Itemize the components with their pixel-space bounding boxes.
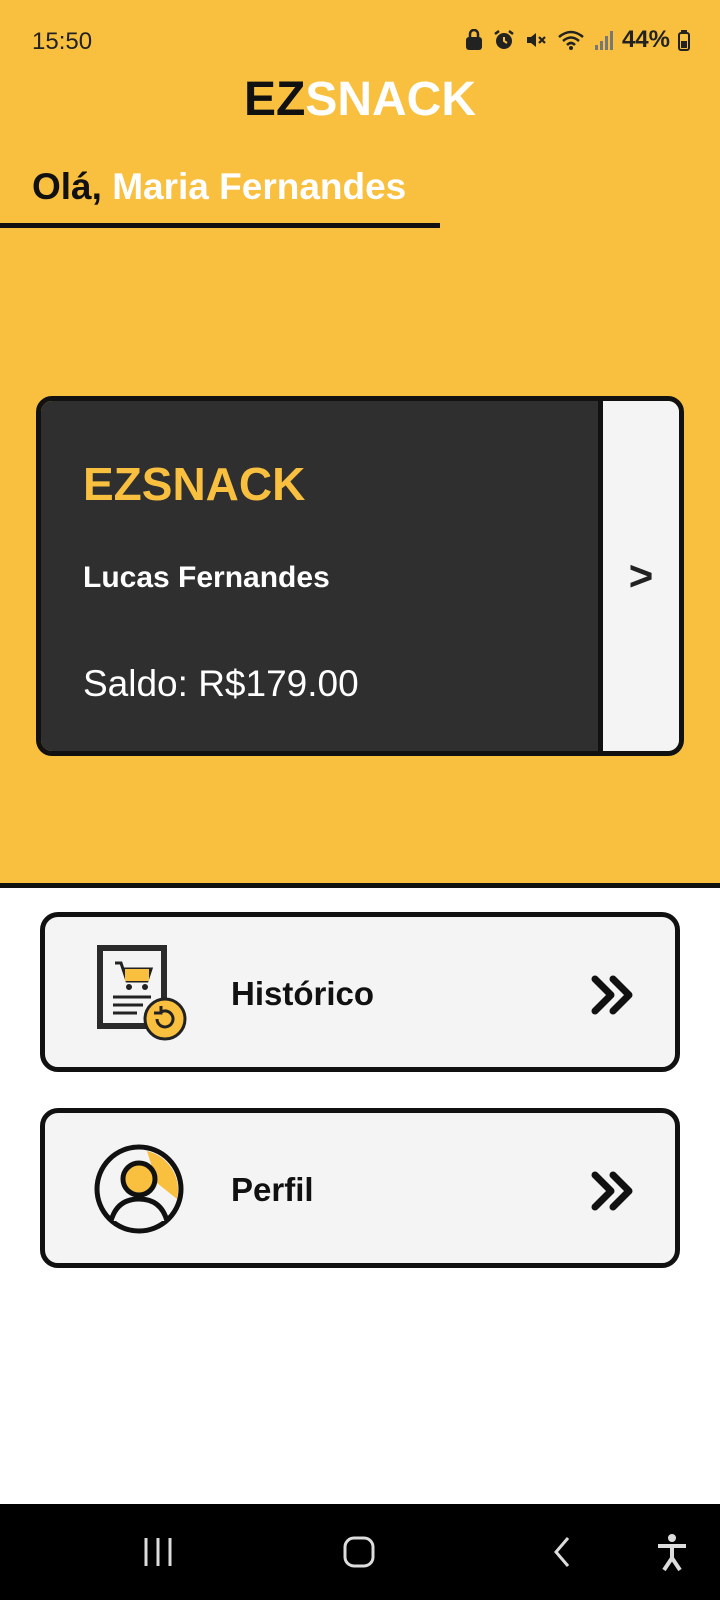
header-panel: 15:50 44% EZSNACK Olá, Maria Fernandes E… [0,0,720,888]
history-cart-icon [87,941,191,1045]
balance-card[interactable]: EZSNACK Lucas Fernandes Saldo: R$179.00 … [36,396,684,756]
card-balance: Saldo: R$179.00 [83,663,359,704]
alarm-icon [492,29,516,51]
menu-item-label: Histórico [231,975,375,1012]
mute-icon [524,29,548,51]
card-body: EZSNACK Lucas Fernandes Saldo: R$179.00 [41,401,603,751]
signal-icon [594,29,614,51]
greeting-underline [0,223,440,228]
logo-part-snack: SNACK [305,73,476,126]
accessibility-icon[interactable] [654,1532,690,1577]
menu-item-historico[interactable]: Histórico [40,912,680,1072]
back-icon[interactable] [548,1532,578,1577]
profile-icon [87,1137,191,1241]
app-logo: EZSNACK [0,72,720,127]
battery-icon [678,29,690,51]
card-holder-name: Lucas Fernandes [83,561,330,594]
greeting-user-name: Maria Fernandes [112,166,407,207]
greeting-hello: Olá, [32,166,102,207]
card-brand: EZSNACK [83,458,306,510]
recent-apps-icon[interactable] [140,1532,176,1577]
lock-icon [464,29,484,51]
system-nav-bar [0,1504,720,1600]
double-chevron-right-icon [591,975,635,1020]
card-next-button[interactable]: > [603,401,679,751]
battery-percent: 44% [621,26,670,53]
double-chevron-right-icon [591,1171,635,1216]
menu-item-perfil[interactable]: Perfil [40,1108,680,1268]
status-time: 15:50 [32,28,93,55]
logo-part-ez: EZ [243,73,306,126]
menu-item-label: Perfil [231,1171,314,1208]
wifi-icon [556,29,586,51]
greeting: Olá, Maria Fernandes [32,166,406,208]
status-icons: 44% [464,26,690,54]
home-icon[interactable] [340,1532,380,1577]
